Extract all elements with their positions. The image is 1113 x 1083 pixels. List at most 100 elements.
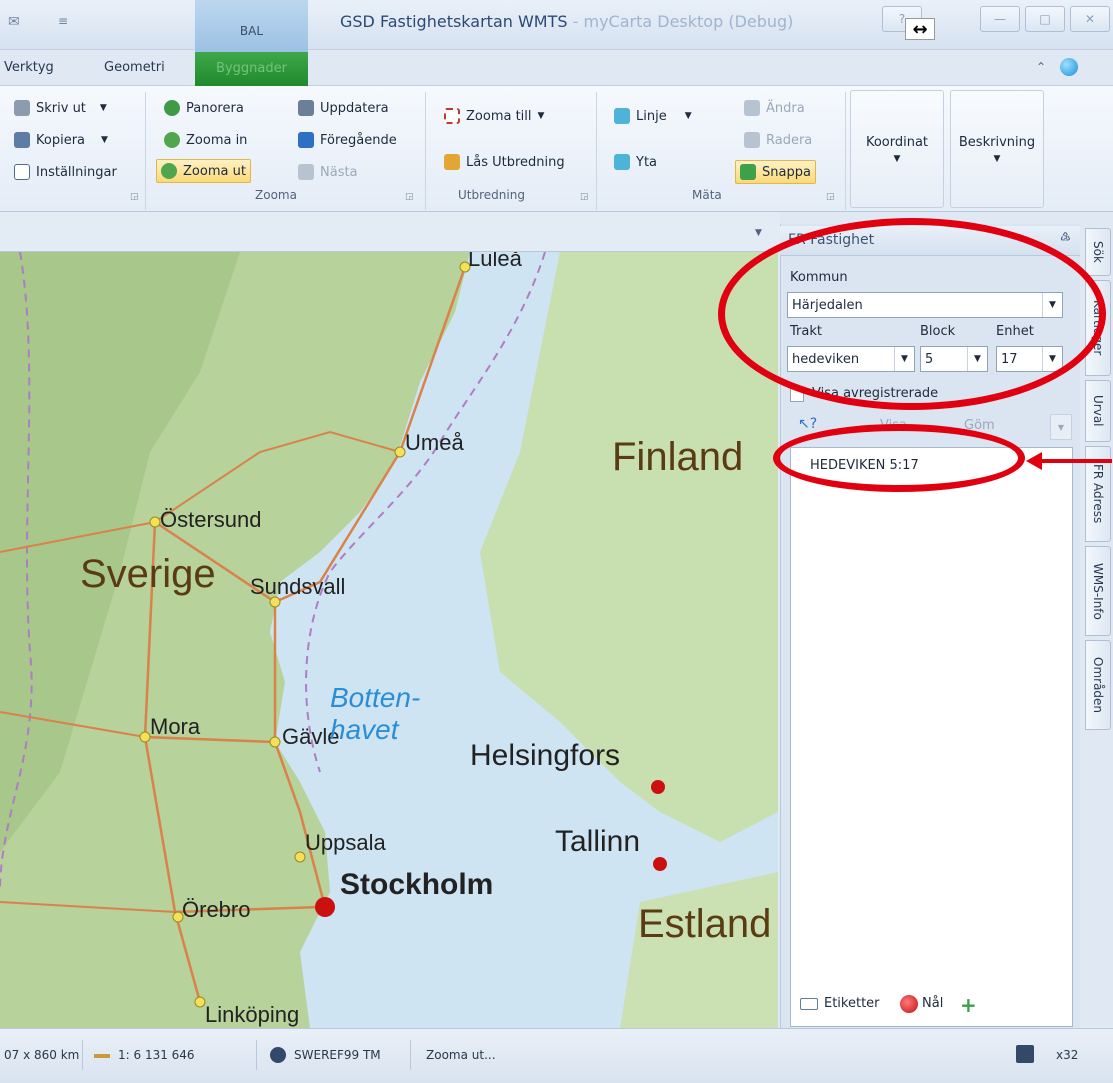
capital-label: Helsingfors [470,739,621,772]
annotation-ellipse [718,218,1106,410]
annotation-arrow-line [1040,459,1112,463]
status-separator [410,1040,411,1070]
panorera-label: Panorera [186,100,244,116]
side-tab-wms-info-label: WMS-Info [1091,562,1105,620]
print-group-launcher-icon[interactable]: ◲ [130,192,139,202]
zooma-in-button[interactable]: Zooma in [160,128,251,152]
add-icon[interactable]: + [960,993,977,1017]
zooma-ut-button[interactable]: Zooma ut [156,159,251,183]
qat-customize-icon[interactable]: ≡ [58,14,68,28]
ruler-icon [94,1054,110,1058]
city-label: Östersund [160,507,262,532]
las-utbredning-button[interactable]: Lås Utbredning [440,150,569,174]
andra-button[interactable]: Ändra [740,96,809,120]
utbredning-group-launcher-icon[interactable]: ◲ [580,192,589,202]
chevron-down-icon: ▼ [537,111,545,121]
koordinat-button[interactable]: Koordinat ▼ [850,90,944,208]
chevron-down-icon[interactable]: ▼ [755,228,762,238]
city-label: Umeå [405,430,464,455]
side-tab-wms-info[interactable]: WMS-Info [1085,546,1111,636]
status-separator [256,1040,257,1070]
annotation-arrow-head [1026,452,1042,470]
save-disk-icon[interactable] [1016,1045,1034,1063]
las-utbredning-label: Lås Utbredning [466,154,565,170]
panorera-button[interactable]: Panorera [160,96,248,120]
kopiera-button[interactable]: Kopiera ▼ [10,128,112,152]
annotation-ellipse [773,424,1025,492]
close-button[interactable]: ✕ [1070,6,1110,32]
forward-arrow-icon [298,164,314,180]
skriv-ut-button[interactable]: Skriv ut ▼ [10,96,111,120]
side-tab-omraden-label: Områden [1091,656,1105,714]
uppdatera-button[interactable]: Uppdatera [294,96,393,120]
edit-icon [744,100,760,116]
chevron-down-icon: ▼ [993,153,1001,164]
window-title-main: GSD Fastighetskartan WMTS [340,12,568,31]
results-list [790,447,1073,1027]
zooma-till-button[interactable]: Zooma till ▼ [440,104,548,128]
checkbox-settings-icon [14,164,30,180]
crs-readout[interactable]: SWEREF99 TM [294,1048,381,1062]
yta-button[interactable]: Yta [610,150,661,174]
tab-geometri[interactable]: Geometri [104,60,165,75]
ribbon-tab-row [0,52,1113,86]
tab-byggnader[interactable]: Byggnader [195,52,308,86]
tab-verktyg[interactable]: Verktyg [4,60,54,75]
linje-label: Linje [636,108,667,124]
help-globe-icon[interactable] [1060,58,1078,76]
query-pointer-icon[interactable]: ↖? [798,416,817,432]
linje-button[interactable]: Linje ▼ [610,104,696,128]
window-title: GSD Fastighetskartan WMTS - myCarta Desk… [340,12,793,31]
installningar-label: Inställningar [36,164,117,180]
extent-readout: 07 x 860 km [4,1048,80,1062]
chevron-down-icon[interactable]: ▼ [1050,414,1072,440]
snap-cursor-icon [740,164,756,180]
side-tab-urval[interactable]: Urval [1085,380,1111,442]
yta-label: Yta [636,154,658,170]
beskrivning-label: Beskrivning [958,134,1036,150]
city-label: Uppsala [305,830,386,855]
maximize-button[interactable]: □ [1025,6,1065,32]
mata-group-launcher-icon[interactable]: ◲ [826,192,835,202]
ribbon-minimize-icon[interactable]: ⌃ [1036,60,1046,74]
country-label: Estland [638,902,772,946]
etiketter-button[interactable]: Etiketter [824,996,880,1011]
city-label: Sundsvall [250,574,346,599]
ribbon-separator [596,92,597,210]
capital-marker [653,857,667,871]
pan-icon [164,100,180,116]
sea-label-line2: havet [330,714,399,745]
zooma-group-launcher-icon[interactable]: ◲ [405,192,414,202]
nal-button[interactable]: Nål [922,996,943,1011]
capital-marker [651,780,665,794]
qat-save-icon[interactable]: ✉ [8,14,20,30]
side-tab-urval-label: Urval [1091,395,1105,427]
side-tab-omraden[interactable]: Områden [1085,640,1111,730]
snappa-button[interactable]: Snappa [735,160,816,184]
refresh-brush-icon [298,100,314,116]
capital-label: Tallinn [555,825,641,858]
trash-icon [744,132,760,148]
minimize-button[interactable]: — [980,6,1020,32]
map-view[interactable]: Luleå Umeå Östersund Sundsvall Mora Gävl… [0,252,778,1028]
ribbon-separator [145,92,146,210]
nasta-button[interactable]: Nästa [294,160,362,184]
beskrivning-button[interactable]: Beskrivning ▼ [950,90,1044,208]
radera-label: Radera [766,132,813,148]
foregaende-button[interactable]: Föregående [294,128,401,152]
andra-label: Ändra [766,100,805,116]
city-label: Luleå [468,252,522,271]
zoom-to-extent-icon [444,108,460,124]
koordinat-label: Koordinat [865,134,929,150]
side-tab-sok[interactable]: Sök [1085,228,1111,276]
pin-icon[interactable]: ♵ [1060,230,1071,244]
installningar-button[interactable]: Inställningar [10,160,121,184]
city-marker [139,731,151,743]
zooma-in-label: Zooma in [186,132,248,148]
zoom-level: x32 [1056,1048,1079,1062]
globe-icon [270,1047,286,1063]
scale-readout[interactable]: 1: 6 131 646 [118,1048,195,1062]
radera-button[interactable]: Radera [740,128,816,152]
back-arrow-icon [298,132,314,148]
nasta-label: Nästa [320,164,358,180]
